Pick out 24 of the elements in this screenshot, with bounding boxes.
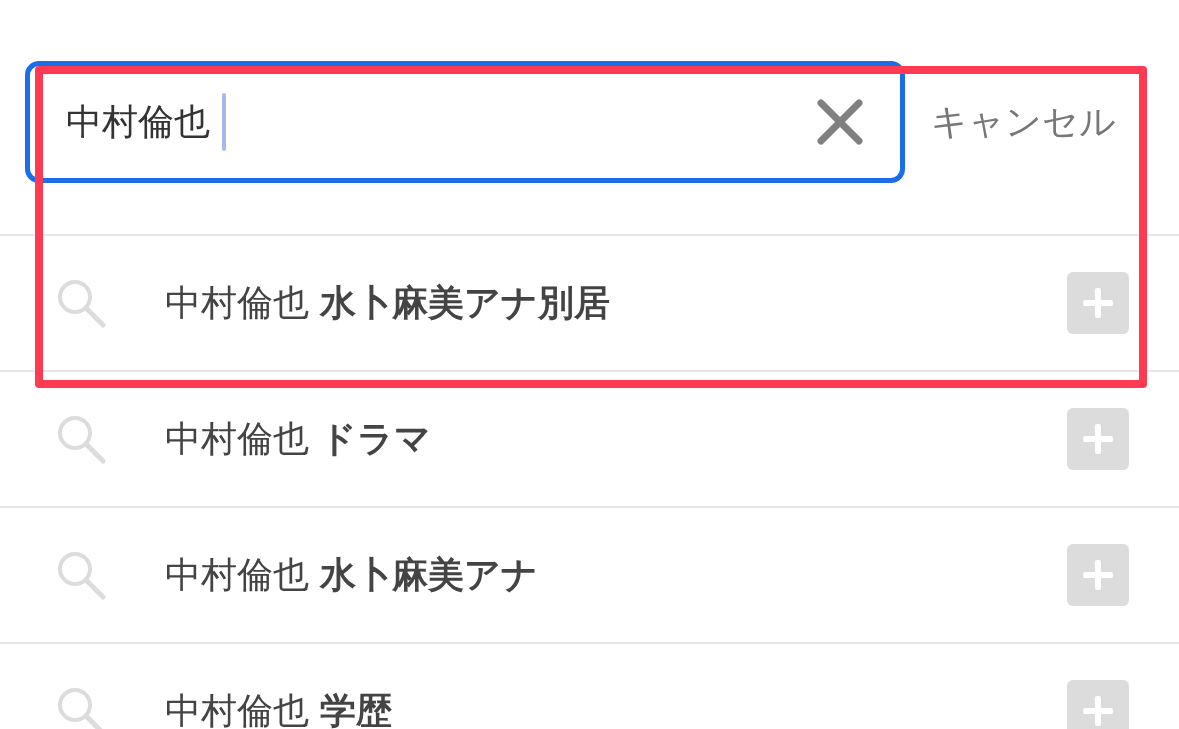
suggestion-row[interactable]: 中村倫也 水卜麻美アナ別居 [0, 236, 1179, 372]
add-button[interactable] [1067, 408, 1129, 470]
text-cursor [222, 93, 226, 151]
plus-icon [1081, 422, 1115, 456]
search-icon [55, 549, 107, 601]
suggestion-row[interactable]: 中村倫也 学歴 [0, 644, 1179, 729]
add-button[interactable] [1067, 544, 1129, 606]
suggestion-text: 中村倫也 水卜麻美アナ別居 [165, 281, 611, 325]
plus-icon [1081, 558, 1115, 592]
add-button[interactable] [1067, 680, 1129, 729]
plus-icon [1081, 286, 1115, 320]
plus-icon [1081, 694, 1115, 728]
search-text: 中村倫也 [66, 100, 210, 144]
clear-icon[interactable] [816, 98, 864, 146]
suggestion-row[interactable]: 中村倫也 ドラマ [0, 372, 1179, 508]
cancel-button[interactable]: キャンセル [931, 95, 1116, 149]
suggestion-text: 中村倫也 水卜麻美アナ [165, 553, 539, 597]
add-button[interactable] [1067, 272, 1129, 334]
search-icon [55, 277, 107, 329]
suggestion-row[interactable]: 中村倫也 水卜麻美アナ [0, 508, 1179, 644]
search-icon [55, 413, 107, 465]
suggestion-text: 中村倫也 ドラマ [165, 417, 432, 461]
suggestion-text: 中村倫也 学歴 [165, 689, 393, 729]
search-field[interactable]: 中村倫也 [25, 61, 905, 183]
